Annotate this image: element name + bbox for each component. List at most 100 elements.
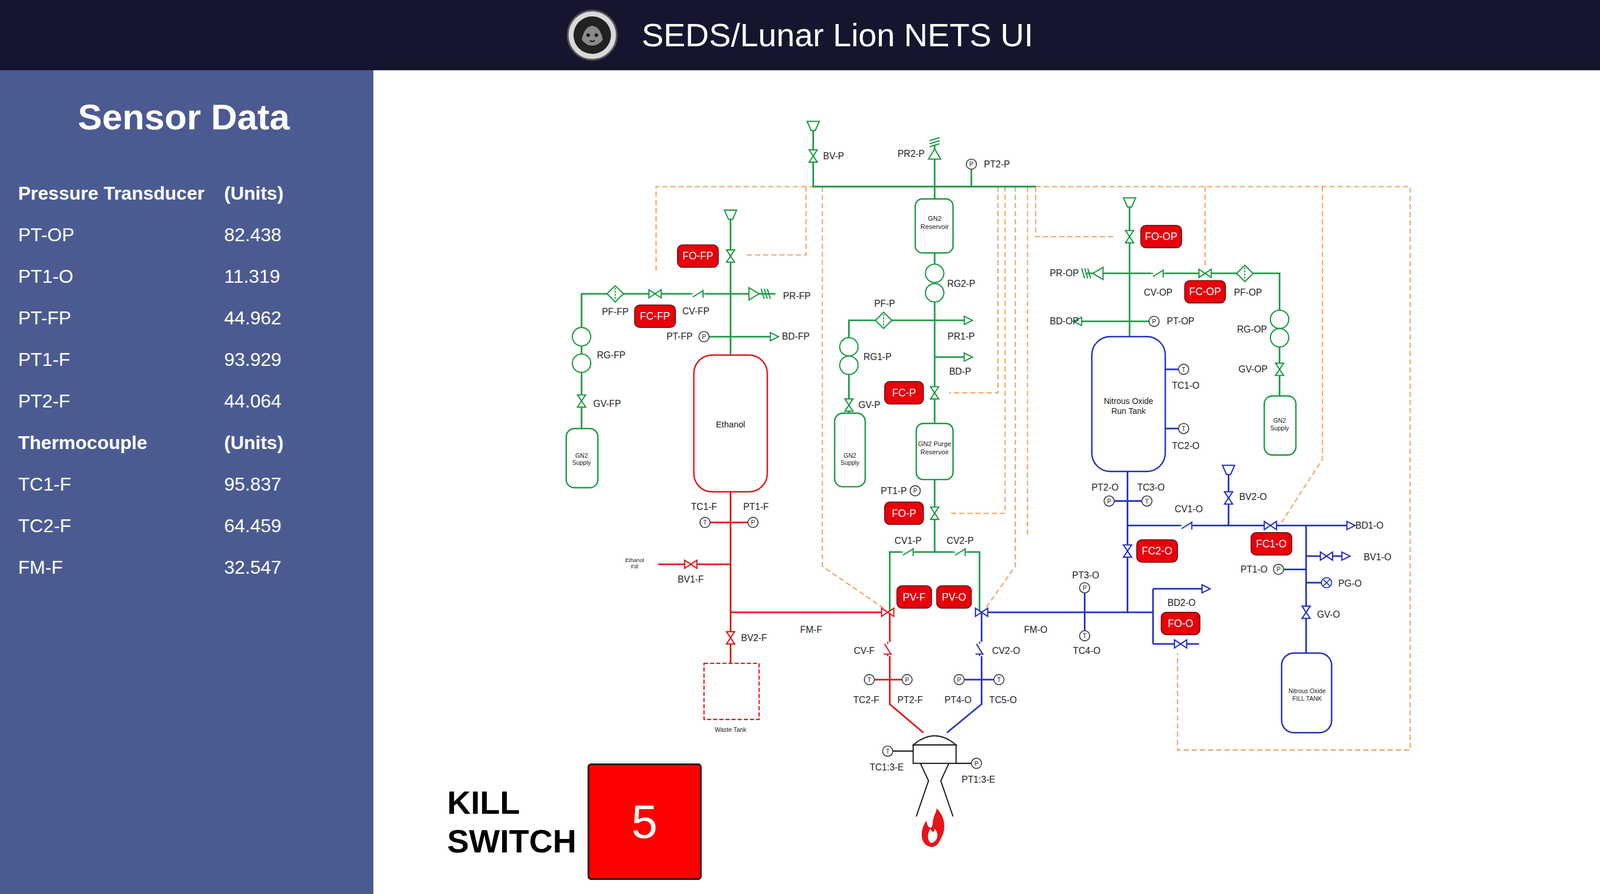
blowdown-arrow-icon — [964, 316, 973, 325]
valve-icon — [809, 149, 818, 163]
header: SEDS/Lunar Lion NETS UI — [0, 0, 1600, 71]
svg-text:FO-FP: FO-FP — [682, 249, 713, 262]
thermocouple-icon: T — [699, 517, 710, 528]
pressure-gauge-icon: P — [1273, 564, 1284, 575]
svg-text:FC-FP: FC-FP — [640, 310, 671, 322]
fuel-line — [889, 612, 924, 733]
instrument-tag: BV1-F — [677, 574, 704, 585]
sensor-sidebar: Sensor DataPressure Transducer(Units)PT-… — [0, 70, 374, 894]
gn2-line — [1128, 207, 1131, 337]
valve-icon — [1199, 269, 1212, 278]
valve-icon — [930, 386, 939, 399]
regulator-icon — [839, 355, 858, 374]
actuator-button[interactable]: FO-P — [884, 501, 924, 524]
actuator-button[interactable]: PV-O — [936, 585, 972, 608]
sensor-name: TC2-F — [18, 504, 225, 547]
vent-icon — [1123, 197, 1136, 208]
instrument-tag: BD2-O — [1167, 597, 1196, 608]
thermocouple-icon: T — [1178, 423, 1189, 434]
relief-valve-icon — [928, 137, 942, 160]
sensor-name: TC1-F — [18, 462, 225, 505]
valve-icon — [649, 289, 662, 298]
section-heading: Thermocouple — [18, 421, 225, 463]
sensor-name: FM-F — [18, 546, 225, 588]
pressure-gauge-icon: P — [747, 517, 758, 528]
fuel-line — [874, 678, 902, 681]
gn2-supply-bottle — [834, 413, 865, 487]
control-line — [656, 186, 814, 271]
svg-text:P: P — [1151, 318, 1156, 325]
oxidizer-line — [981, 471, 1128, 613]
vessel-label: GN2Supply — [572, 452, 592, 467]
regulator-icon — [1270, 310, 1289, 329]
oxidizer-line — [1114, 499, 1142, 502]
valve-icon — [1320, 551, 1333, 561]
control-line — [822, 186, 884, 609]
sensor-value: 44.962 — [224, 296, 356, 339]
vessel-label: Ethanol — [715, 419, 745, 429]
actuator-button[interactable]: FC-FP — [634, 304, 676, 328]
instrument-tag: PF-FP — [602, 306, 629, 317]
instrument-tag: TC2-F — [853, 694, 880, 705]
thermocouple-icon: T — [1141, 495, 1152, 506]
sensor-value: 11.319 — [224, 255, 356, 297]
instrument-tag: PR2-P — [897, 148, 925, 159]
nitrous-fill-tank — [1281, 653, 1332, 733]
engine-icon — [893, 735, 972, 817]
instrument-tag: TC1-F — [691, 501, 717, 512]
oxidizer-line — [1306, 581, 1322, 584]
regulator-icon — [572, 327, 591, 346]
instrument-tag: BD-FP — [781, 331, 810, 342]
kill-switch-button[interactable]: 5 — [587, 763, 702, 880]
control-line — [1035, 186, 1117, 237]
actuator-button[interactable]: FC2-O — [1136, 539, 1178, 562]
pressure-gauge-icon: P — [953, 674, 964, 685]
lunar-lion-logo-icon — [566, 9, 618, 61]
waste-tank — [704, 663, 760, 720]
instrument-tag: RG2-P — [946, 278, 975, 289]
vent-icon — [1222, 465, 1235, 475]
vessel-label: EthanolFill — [625, 556, 645, 571]
sensor-name: PT-FP — [18, 296, 225, 339]
blowdown-arrow-icon — [964, 352, 973, 362]
blowdown-arrow-icon — [1341, 551, 1351, 561]
actuator-button[interactable]: FC-P — [884, 381, 924, 404]
svg-text:P: P — [974, 760, 979, 767]
actuator-button[interactable]: FO-FP — [677, 244, 719, 267]
svg-text:T: T — [867, 676, 872, 683]
svg-text:FC-P: FC-P — [891, 386, 916, 399]
pressure-gauge-icon — [1321, 577, 1332, 588]
svg-text:P: P — [701, 333, 706, 341]
sensor-name: PT-OP — [18, 213, 225, 256]
gn2-line — [729, 219, 732, 356]
check-valve-icon — [952, 547, 967, 556]
instrument-tag: PT1-F — [743, 501, 769, 512]
relief-valve-icon — [749, 287, 771, 300]
vessel-label: Waste Tank — [714, 726, 747, 733]
instrument-tag: PR1-P — [947, 331, 975, 342]
actuator-button[interactable]: FO-OP — [1140, 225, 1182, 248]
instrument-tag: PG-O — [1338, 578, 1362, 589]
instrument-tag: GV-OP — [1238, 364, 1268, 374]
instrument-tag: PT2-F — [897, 694, 923, 705]
svg-text:T: T — [1181, 366, 1186, 373]
relief-valve-icon — [1081, 266, 1104, 280]
oxidizer-line — [1152, 587, 1203, 590]
instrument-tag: PT1:3-E — [961, 774, 996, 785]
valve-icon — [1174, 639, 1187, 648]
svg-text:P: P — [956, 676, 961, 683]
oxidizer-line — [1083, 592, 1086, 631]
svg-text:T: T — [886, 747, 891, 755]
instrument-tag: PT2-P — [983, 159, 1010, 170]
gn2-reservoir — [915, 198, 954, 253]
vessel-label: GN2 PurgeReservoir — [918, 440, 952, 456]
kill-switch-label: KILLSWITCH — [447, 783, 577, 861]
actuator-button[interactable]: FC-OP — [1184, 280, 1226, 303]
valve-icon — [930, 506, 939, 520]
actuator-button[interactable]: FC1-O — [1251, 532, 1293, 555]
svg-text:FC2-O: FC2-O — [1141, 544, 1173, 557]
valve-icon — [845, 398, 854, 411]
actuator-button[interactable]: PV-F — [897, 585, 932, 608]
actuator-button[interactable]: FO-O — [1161, 612, 1200, 635]
sensor-table: Pressure Transducer(Units)PT-OP82.438PT1… — [18, 172, 356, 588]
